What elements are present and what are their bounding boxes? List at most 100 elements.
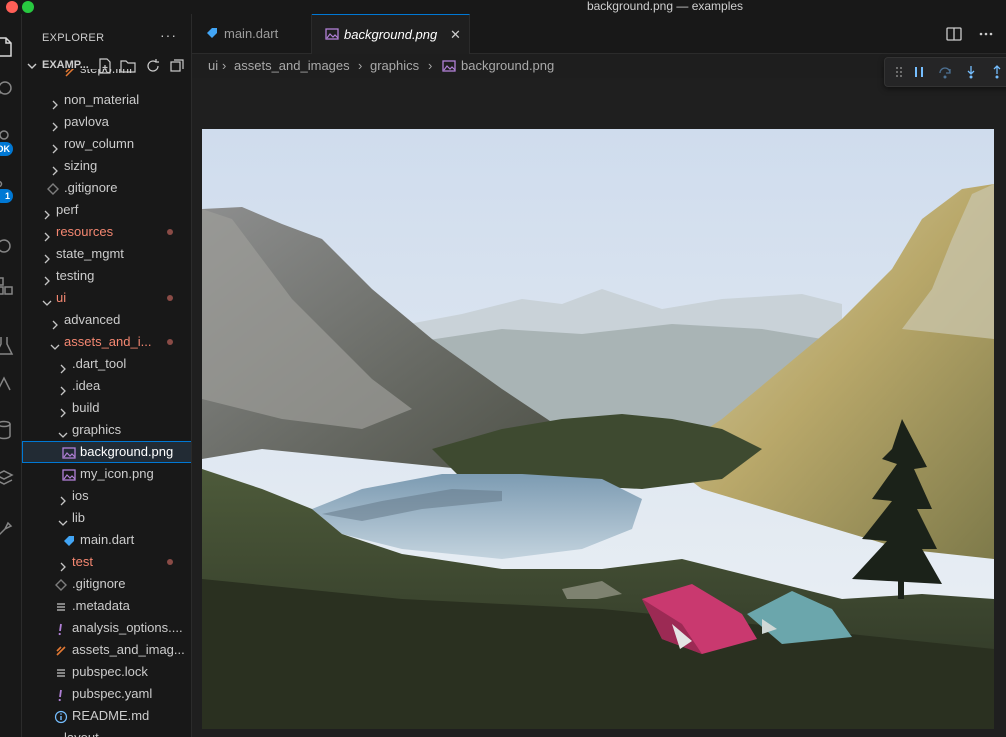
tree-item-pubspec-lock[interactable]: pubspec.lock — [22, 661, 191, 683]
xml-file-icon — [64, 69, 78, 77]
chevron-down-icon — [50, 344, 60, 350]
explorer-title: EXPLORER — [42, 32, 105, 44]
tree-item-perf[interactable]: perf — [22, 199, 191, 221]
tree-item-testing[interactable]: testing — [22, 265, 191, 287]
close-tab-button[interactable]: ✕ — [450, 15, 461, 55]
tree-item-label: advanced — [64, 312, 121, 327]
step-over-button[interactable] — [937, 64, 953, 80]
drag-handle[interactable] — [891, 64, 907, 80]
tree-item-resources[interactable]: resources — [22, 221, 191, 243]
chevron-right-icon — [52, 122, 58, 132]
tree-item-pubspec-yaml[interactable]: pubspec.yaml — [22, 683, 191, 705]
chevron-right-icon — [52, 320, 58, 330]
tree-item-ui[interactable]: ui — [22, 287, 191, 309]
tree-item-label: pubspec.yaml — [72, 686, 153, 701]
chevron-down-icon — [58, 432, 68, 438]
breadcrumb-item[interactable]: graphics — [370, 54, 419, 78]
step-out-icon — [993, 65, 1001, 79]
landscape-photo — [202, 129, 994, 729]
tree-item-assets-and-images-iml[interactable]: assets_and_imag... — [22, 639, 191, 661]
tree-item-label: .idea — [72, 378, 101, 393]
activity-database[interactable] — [0, 416, 22, 440]
tree-item-background-png[interactable]: background.png — [22, 441, 191, 463]
tab-label: main.dart — [224, 26, 279, 41]
tree-item-label: lib — [72, 510, 86, 525]
tree-item-label: pubspec.lock — [72, 664, 148, 679]
tree-item-build[interactable]: build — [22, 397, 191, 419]
chevron-right-icon: › — [222, 58, 227, 73]
tree-item-readme[interactable]: README.md — [22, 705, 191, 727]
chevron-right-icon — [44, 210, 50, 220]
tree-item-step6[interactable]: step6.iml — [22, 69, 191, 81]
activity-extensions[interactable] — [0, 272, 22, 295]
tree-item-row-column[interactable]: row_column — [22, 133, 191, 155]
more-editor-actions-button[interactable] — [976, 24, 996, 44]
activity-search[interactable] — [0, 76, 22, 98]
tree-item-gitignore[interactable]: .gitignore — [22, 573, 191, 595]
activity-layers[interactable] — [0, 464, 22, 486]
step-over-icon — [939, 67, 951, 79]
activity-flutter[interactable] — [0, 516, 22, 538]
breadcrumb-item[interactable]: background.png — [461, 54, 554, 78]
tree-item-label: pavlova — [64, 114, 109, 129]
tree-item-label: resources — [56, 224, 114, 239]
step-into-button[interactable] — [963, 64, 979, 80]
tree-item-label: background.png — [80, 444, 174, 459]
tree-item-idea[interactable]: .idea — [22, 375, 191, 397]
chevron-down-icon — [58, 520, 68, 526]
tools-icon — [0, 521, 13, 536]
tree-item-gitignore[interactable]: .gitignore — [22, 177, 191, 199]
tree-item-my-icon-png[interactable]: my_icon.png — [22, 463, 191, 485]
tree-item-label: main.dart — [80, 532, 135, 547]
chevron-right-icon: › — [358, 58, 363, 73]
remote-icon — [0, 376, 11, 391]
tree-item-dart-tool[interactable]: .dart_tool — [22, 353, 191, 375]
breadcrumb: ui › assets_and_images › graphics › back… — [192, 54, 872, 78]
step-out-button[interactable] — [989, 64, 1005, 80]
tab-background-png[interactable]: background.png ✕ — [312, 14, 470, 54]
tree-item-assets-and-images[interactable]: assets_and_i... — [22, 331, 191, 353]
breadcrumb-item[interactable]: ui — [208, 54, 218, 78]
tree-item-pavlova[interactable]: pavlova — [22, 111, 191, 133]
tree-item-state-mgmt[interactable]: state_mgmt — [22, 243, 191, 265]
chevron-right-icon — [52, 100, 58, 110]
tree-item-advanced[interactable]: advanced — [22, 309, 191, 331]
activity-testing[interactable] — [0, 332, 22, 355]
activity-run-debug[interactable] — [0, 232, 22, 254]
more-actions-button[interactable]: ··· — [160, 27, 177, 43]
split-editor-button[interactable] — [944, 24, 964, 44]
tree-item-sizing[interactable]: sizing — [22, 155, 191, 177]
tree-item-main-dart[interactable]: main.dart — [22, 529, 191, 551]
chevron-right-icon: › — [428, 58, 433, 73]
text-file-icon — [57, 603, 65, 611]
xml-file-icon — [56, 646, 66, 656]
tree-item-ios[interactable]: ios — [22, 485, 191, 507]
activity-explorer[interactable] — [0, 34, 22, 57]
tab-main-dart[interactable]: main.dart — [192, 14, 312, 54]
tree-item-test[interactable]: test — [22, 551, 191, 573]
activity-remote[interactable] — [0, 370, 22, 392]
tree-item-analysis-options[interactable]: analysis_options.... — [22, 617, 191, 639]
tree-item-metadata[interactable]: .metadata — [22, 595, 191, 617]
tree-item-non-material[interactable]: non_material — [22, 89, 191, 111]
chevron-right-icon — [60, 562, 66, 572]
tree-item-layout[interactable]: layout — [22, 727, 191, 737]
breadcrumb-item[interactable]: assets_and_images — [234, 54, 350, 78]
pause-button[interactable] — [911, 64, 927, 80]
step-into-icon — [967, 66, 975, 79]
modified-dot — [167, 295, 173, 301]
chevron-right-icon — [60, 364, 66, 374]
background-image-preview — [202, 129, 994, 729]
extensions-icon — [0, 277, 13, 295]
explorer-sidebar: EXPLORER ··· EXAMP... step6.iml non_mate… — [22, 14, 192, 737]
modified-dot — [167, 229, 173, 235]
image-preview-editor — [192, 78, 1006, 737]
chevron-right-icon — [60, 386, 66, 396]
pause-icon — [915, 67, 923, 77]
tree-item-lib[interactable]: lib — [22, 507, 191, 529]
more-icon — [979, 32, 993, 36]
tree-item-graphics[interactable]: graphics — [22, 419, 191, 441]
tree-item-label: non_material — [64, 92, 140, 107]
title-bar: background.png — examples — [0, 0, 1006, 14]
search-icon — [0, 81, 12, 95]
